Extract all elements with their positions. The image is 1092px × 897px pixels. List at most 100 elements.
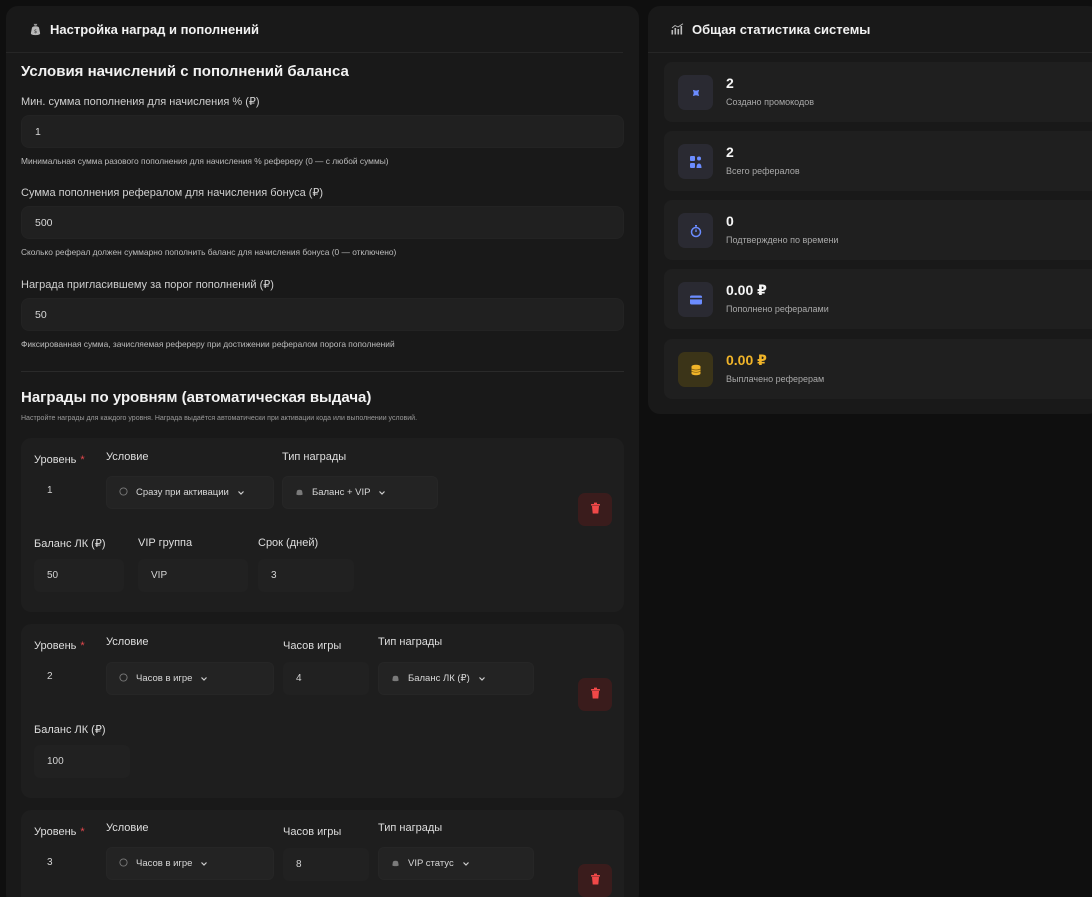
condition-select[interactable]: Сразу при активации (106, 476, 274, 509)
stopwatch-icon (678, 213, 713, 248)
stats-panel-title: Общая статистика системы (692, 21, 871, 37)
balance-label: Баланс ЛК (₽) (34, 538, 106, 550)
stat-card-referrals: 2 Всего рефералов (664, 131, 1092, 191)
reward-type-label: Тип награды (282, 451, 347, 463)
level-label: Уровень * (34, 640, 85, 652)
stat-card-paid-out: 0.00 ₽ Выплачено реферерам (664, 339, 1092, 399)
condition-select[interactable]: Часов в игре (106, 847, 274, 880)
duration-input[interactable]: 3 (258, 559, 354, 592)
reward-type-value: Баланс + VIP (312, 487, 371, 498)
levels-section-hint: Настройте награды для каждого уровня. На… (21, 415, 418, 422)
clock-icon (119, 486, 128, 499)
referral-topup-hint: Сколько реферал должен суммарно пополнит… (21, 247, 397, 257)
clock-icon (119, 672, 128, 685)
stat-value: 2 (726, 144, 734, 160)
reward-type-select[interactable]: Баланс ЛК (₽) (378, 662, 534, 695)
hours-label: Часов игры (283, 826, 342, 838)
reward-type-label: Тип награды (378, 636, 443, 648)
trash-icon (590, 686, 601, 704)
stat-value: 2 (726, 75, 734, 91)
users-icon (678, 144, 713, 179)
stat-value: 0.00 ₽ (726, 352, 767, 368)
stat-label: Выплачено реферерам (726, 374, 825, 384)
condition-value: Сразу при активации (136, 487, 229, 498)
credit-card-icon (678, 282, 713, 317)
rewards-panel-title: Настройка наград и пополнений (50, 21, 260, 37)
condition-label: Условие (106, 451, 149, 463)
hours-label: Часов игры (283, 640, 342, 652)
condition-label: Условие (106, 822, 149, 834)
delete-level-button[interactable] (578, 864, 612, 897)
hours-input[interactable]: 4 (283, 662, 369, 695)
rewards-panel-header: $ Настройка наград и пополнений (6, 6, 623, 53)
condition-label: Условие (106, 636, 149, 648)
money-bag-icon (295, 487, 304, 499)
hours-input[interactable]: 8 (283, 848, 369, 881)
vip-group-label: VIP группа (138, 537, 193, 549)
condition-select[interactable]: Часов в игре (106, 662, 274, 695)
stat-value: 0.00 ₽ (726, 282, 767, 298)
reward-type-select[interactable]: Баланс + VIP (282, 476, 438, 509)
inviter-reward-input[interactable]: 50 (21, 298, 624, 331)
svg-text:$: $ (33, 29, 36, 35)
rewards-settings-panel: $ Настройка наград и пополнений Условия … (6, 6, 639, 897)
referral-topup-input[interactable]: 500 (21, 206, 624, 239)
money-bag-icon (391, 858, 400, 870)
levels-section-title: Награды по уровням (автоматическая выдач… (21, 389, 372, 406)
min-topup-hint: Минимальная сумма разового пополнения дл… (21, 156, 389, 166)
money-bag-icon: $ (28, 22, 42, 36)
chevron-down-icon (478, 675, 486, 683)
trash-icon (590, 872, 601, 890)
stats-panel-header: Общая статистика системы (648, 6, 1092, 53)
level-card-2: Уровень * 2 Условие Часов в игре Часов иг… (21, 624, 624, 798)
stat-card-time-confirmed: 0 Подтверждено по времени (664, 200, 1092, 260)
level-number-input[interactable]: 1 (47, 485, 53, 496)
ticket-icon (678, 75, 713, 110)
level-card-3: Уровень * 3 Условие Часов в игре Часов иг… (21, 810, 624, 897)
bar-chart-icon (670, 22, 684, 36)
level-number-input[interactable]: 2 (47, 671, 53, 682)
app-root: $ Настройка наград и пополнений Условия … (0, 0, 1092, 897)
balance-label: Баланс ЛК (₽) (34, 724, 106, 736)
reward-type-value: VIP статус (408, 858, 454, 869)
inviter-reward-hint: Фиксированная сумма, зачисляемая реферер… (21, 339, 395, 349)
delete-level-button[interactable] (578, 493, 612, 526)
trash-icon (590, 501, 601, 519)
clock-icon (119, 857, 128, 870)
chevron-down-icon (200, 675, 208, 683)
duration-label: Срок (дней) (258, 537, 319, 549)
min-topup-input[interactable]: 1 (21, 115, 624, 148)
min-topup-label: Мин. сумма пополнения для начисления % (… (21, 96, 260, 108)
stat-label: Пополнено рефералами (726, 304, 829, 314)
condition-value: Часов в игре (136, 673, 193, 684)
level-label: Уровень * (34, 454, 85, 466)
money-bag-icon (391, 673, 400, 685)
chevron-down-icon (200, 860, 208, 868)
coins-icon (678, 352, 713, 387)
chevron-down-icon (237, 489, 245, 497)
stat-card-promocodes: 2 Создано промокодов (664, 62, 1092, 122)
system-stats-panel: Общая статистика системы 2 Создано промо… (648, 6, 1092, 414)
stat-label: Всего рефералов (726, 166, 800, 176)
stat-card-topped-up: 0.00 ₽ Пополнено рефералами (664, 269, 1092, 329)
level-label: Уровень * (34, 826, 85, 838)
delete-level-button[interactable] (578, 678, 612, 711)
chevron-down-icon (378, 489, 386, 497)
inviter-reward-label: Награда пригласившему за порог пополнени… (21, 279, 274, 291)
chevron-down-icon (462, 860, 470, 868)
level-number-input[interactable]: 3 (47, 857, 53, 868)
reward-type-select[interactable]: VIP статус (378, 847, 534, 880)
balance-input[interactable]: 100 (34, 745, 130, 778)
balance-input[interactable]: 50 (34, 559, 124, 592)
condition-value: Часов в игре (136, 858, 193, 869)
vip-group-input[interactable]: VIP (138, 559, 248, 592)
reward-type-value: Баланс ЛК (₽) (408, 673, 470, 684)
topup-section-title: Условия начислений с пополнений баланса (21, 63, 349, 80)
stat-label: Создано промокодов (726, 97, 815, 107)
referral-topup-label: Сумма пополнения рефералом для начислени… (21, 187, 324, 199)
stat-label: Подтверждено по времени (726, 235, 839, 245)
reward-type-label: Тип награды (378, 822, 443, 834)
stat-value: 0 (726, 213, 734, 229)
section-divider (21, 371, 624, 372)
level-card-1: Уровень * 1 Условие Сразу при активации Т… (21, 438, 624, 612)
